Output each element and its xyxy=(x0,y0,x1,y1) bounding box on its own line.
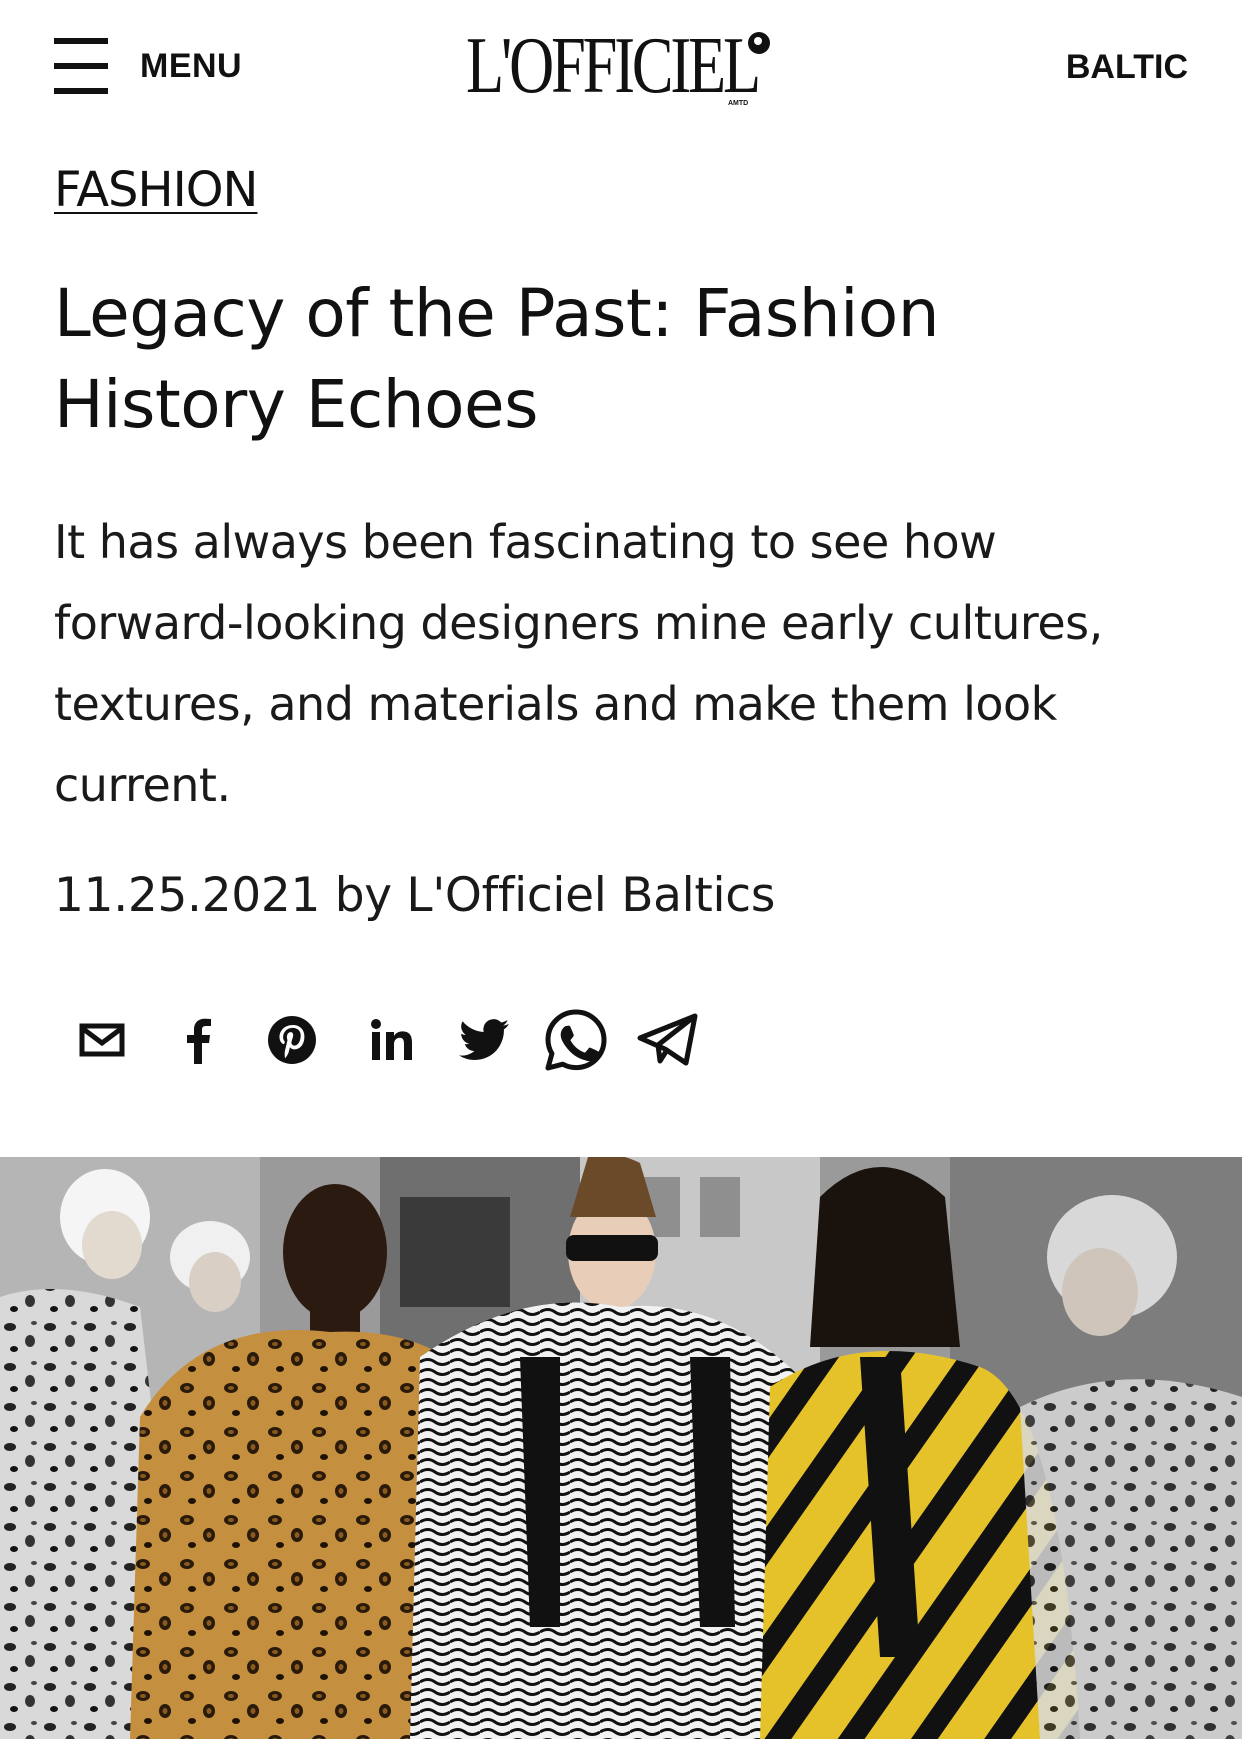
hero-image[interactable] xyxy=(0,1157,1242,1739)
email-icon xyxy=(79,1023,125,1057)
menu-label: MENU xyxy=(140,46,243,85)
article-byline: 11.25.2021 by L'Officiel Baltics xyxy=(54,868,776,923)
whatsapp-share-button[interactable] xyxy=(536,1000,616,1080)
site-logo[interactable]: L'OFFICIEL AMTD xyxy=(466,22,776,110)
facebook-share-button[interactable] xyxy=(158,1000,238,1080)
article-dek: It has always been fascinating to see ho… xyxy=(54,515,1103,812)
email-share-button[interactable] xyxy=(62,1000,142,1080)
hero-collage-illustration xyxy=(0,1157,1242,1739)
whatsapp-icon xyxy=(545,1009,607,1071)
twitter-share-button[interactable] xyxy=(444,1000,524,1080)
linkedin-icon xyxy=(371,1019,412,1060)
hamburger-icon xyxy=(54,38,108,94)
menu-button[interactable]: MENU xyxy=(54,38,242,94)
logo-badge-icon xyxy=(748,32,770,54)
pinterest-share-button[interactable] xyxy=(252,1000,332,1080)
category-link[interactable]: FASHION xyxy=(54,162,258,218)
pinterest-icon xyxy=(268,1016,316,1064)
logo-wordmark: L'OFFICIEL xyxy=(466,22,761,110)
article-title: Legacy of the Past: Fashion History Echo… xyxy=(54,275,940,443)
site-header: MENU L'OFFICIEL AMTD BALTIC xyxy=(0,0,1242,140)
facebook-icon xyxy=(187,1018,211,1064)
linkedin-share-button[interactable] xyxy=(352,1000,432,1080)
region-selector[interactable]: BALTIC xyxy=(1066,48,1188,87)
telegram-share-button[interactable] xyxy=(628,1000,708,1080)
twitter-icon xyxy=(459,1019,509,1060)
share-bar xyxy=(62,1000,722,1080)
telegram-icon xyxy=(637,1013,698,1066)
logo-subtext: AMTD xyxy=(728,100,749,107)
